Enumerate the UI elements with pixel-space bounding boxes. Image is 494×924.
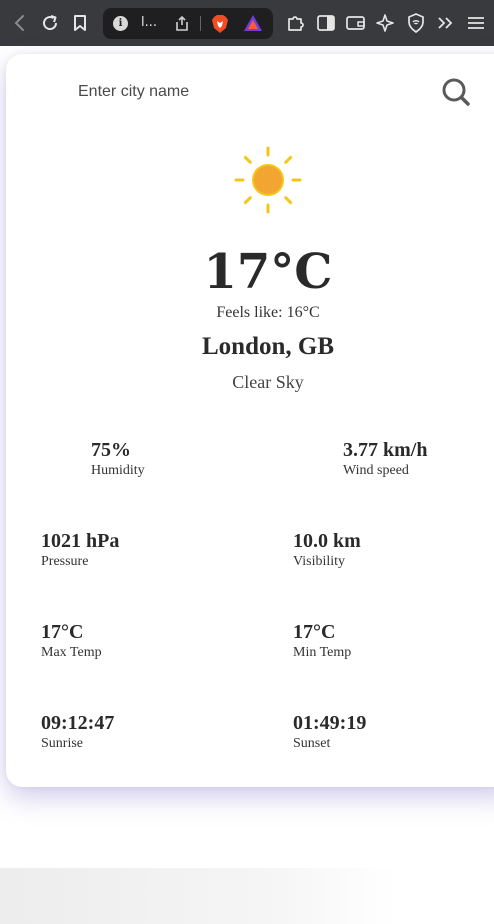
max-temp-stat: 17°C Max Temp (41, 620, 102, 662)
temperature: 17°C (203, 244, 333, 300)
sunrise-label: Sunrise (41, 736, 83, 751)
wind-value: 3.77 km/h (343, 439, 428, 461)
wallet-icon[interactable] (344, 11, 368, 35)
sunrise-stat: 09:12:47 Sunrise (41, 711, 114, 753)
pressure-stat: 1021 hPa Pressure (41, 529, 119, 571)
humidity-stat: 75% Humidity (91, 438, 145, 480)
menu-icon[interactable] (464, 11, 488, 35)
search-button[interactable] (440, 76, 472, 108)
site-info-icon[interactable]: i (113, 16, 128, 31)
weather-condition: Clear Sky (232, 372, 304, 392)
rewards-triangle-icon[interactable] (243, 14, 263, 37)
leo-ai-icon[interactable] (374, 11, 398, 35)
browser-toolbar: i l... (0, 0, 494, 46)
max-temp-value: 17°C (41, 621, 84, 643)
pressure-value: 1021 hPa (41, 530, 120, 552)
wind-label: Wind speed (343, 463, 409, 478)
bottom-shade (0, 868, 494, 924)
city-search-input[interactable] (78, 80, 408, 104)
sun-icon (234, 146, 302, 214)
sunset-value: 01:49:19 (293, 712, 367, 734)
sunrise-value: 09:12:47 (41, 712, 115, 734)
visibility-label: Visibility (293, 554, 346, 569)
reload-icon[interactable] (38, 11, 62, 35)
visibility-stat: 10.0 km Visibility (293, 529, 361, 571)
vpn-shield-icon[interactable] (404, 11, 428, 35)
feels-like: Feels like: 16°C (216, 304, 320, 321)
visibility-value: 10.0 km (293, 530, 361, 552)
min-temp-stat: 17°C Min Temp (293, 620, 351, 662)
sunset-stat: 01:49:19 Sunset (293, 711, 366, 753)
humidity-label: Humidity (91, 463, 145, 478)
share-icon[interactable] (174, 15, 190, 37)
sunset-label: Sunset (293, 736, 331, 751)
overflow-chevrons-icon[interactable] (434, 11, 458, 35)
search-bar (6, 54, 494, 128)
wind-stat: 3.77 km/h Wind speed (343, 438, 427, 480)
min-temp-value: 17°C (293, 621, 336, 643)
search-icon (442, 78, 470, 106)
address-bar[interactable]: i l... (103, 8, 273, 39)
location-name: London, GB (201, 333, 334, 360)
min-temp-label: Min Temp (293, 645, 352, 660)
max-temp-label: Max Temp (41, 645, 102, 660)
humidity-value: 75% (91, 439, 131, 461)
back-icon[interactable] (8, 11, 32, 35)
extensions-icon[interactable] (283, 11, 307, 35)
bookmark-icon[interactable] (68, 11, 92, 35)
pressure-label: Pressure (41, 554, 89, 569)
urlbar-divider (200, 16, 201, 31)
sidebar-icon[interactable] (314, 11, 338, 35)
brave-shields-icon[interactable] (211, 14, 229, 39)
url-text[interactable]: l... (141, 15, 157, 30)
